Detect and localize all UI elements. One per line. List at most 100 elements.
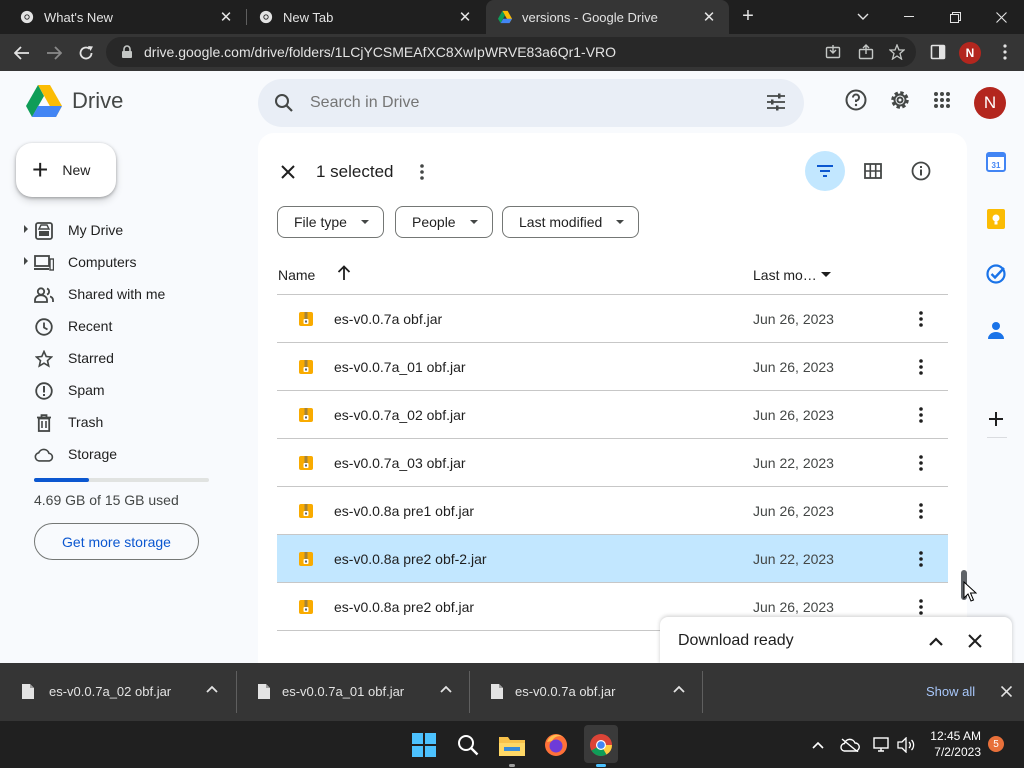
table-row[interactable]: es-v0.0.7a_01 obf.jar Jun 26, 2023	[277, 343, 948, 391]
list-view-icon[interactable]	[805, 151, 845, 191]
dropdown-arrow-icon	[616, 220, 625, 224]
grid-view-icon[interactable]	[853, 151, 893, 191]
drive-logo[interactable]: Drive	[26, 85, 123, 117]
new-tab-button[interactable]: +	[736, 4, 760, 30]
restore-icon[interactable]	[932, 0, 978, 34]
column-header-last-modified[interactable]: Last mo…	[753, 267, 817, 283]
sidebar-item-shared-with-me[interactable]: Shared with me	[0, 278, 240, 310]
sidebar-item-computers[interactable]: Computers	[0, 246, 240, 278]
row-more-actions-icon[interactable]	[911, 547, 931, 571]
bookmark-star-icon[interactable]	[884, 39, 910, 65]
row-more-actions-icon[interactable]	[911, 307, 931, 331]
row-more-actions-icon[interactable]	[911, 403, 931, 427]
contacts-icon[interactable]	[985, 319, 1007, 341]
chevron-up-icon[interactable]	[440, 685, 452, 693]
keep-notes-icon[interactable]	[985, 208, 1007, 230]
table-row[interactable]: es-v0.0.7a_02 obf.jar Jun 26, 2023	[277, 391, 948, 439]
row-more-actions-icon[interactable]	[911, 595, 931, 619]
table-row[interactable]: es-v0.0.8a pre1 obf.jar Jun 26, 2023	[277, 487, 948, 535]
download-item[interactable]: es-v0.0.7a_01 obf.jar	[236, 663, 469, 721]
side-panel-icon[interactable]	[925, 39, 951, 65]
tray-overflow-chevron-icon[interactable]	[808, 735, 828, 755]
install-app-icon[interactable]	[820, 39, 846, 65]
sidebar-item-spam[interactable]: Spam	[0, 374, 240, 406]
help-icon[interactable]	[844, 88, 868, 112]
search-input[interactable]	[310, 94, 730, 112]
trash-icon	[34, 413, 54, 433]
details-info-icon[interactable]	[901, 151, 941, 191]
tab-search-icon[interactable]	[840, 0, 886, 34]
taskbar-clock[interactable]: 12:45 AM 7/2/2023	[925, 728, 981, 760]
file-explorer-icon[interactable]	[498, 731, 526, 759]
get-more-storage-button[interactable]: Get more storage	[34, 523, 199, 560]
network-icon[interactable]	[872, 735, 892, 755]
chrome-icon[interactable]	[587, 731, 615, 759]
address-bar[interactable]: drive.google.com/drive/folders/1LCjYCSME…	[106, 37, 916, 67]
close-icon[interactable]	[963, 629, 987, 653]
sidebar-item-starred[interactable]: Starred	[0, 342, 240, 374]
search-bar[interactable]	[258, 79, 804, 127]
back-icon[interactable]	[8, 39, 36, 67]
chevron-up-icon[interactable]	[673, 685, 685, 693]
table-row[interactable]: es-v0.0.7a_03 obf.jar Jun 22, 2023	[277, 439, 948, 487]
notification-badge[interactable]: 5	[988, 736, 1004, 752]
row-more-actions-icon[interactable]	[911, 355, 931, 379]
row-more-actions-icon[interactable]	[911, 499, 931, 523]
minimize-icon[interactable]	[886, 0, 932, 34]
show-all-downloads-link[interactable]: Show all	[926, 684, 975, 699]
account-avatar[interactable]: N	[974, 87, 1006, 119]
tasks-icon[interactable]	[985, 263, 1007, 285]
download-item[interactable]: es-v0.0.7a obf.jar	[469, 663, 702, 721]
more-actions-icon[interactable]	[412, 160, 432, 184]
search-icon[interactable]	[454, 731, 482, 759]
expand-caret-icon[interactable]	[24, 225, 28, 233]
expand-caret-icon[interactable]	[24, 257, 28, 265]
search-icon[interactable]	[274, 93, 294, 113]
close-window-icon[interactable]	[978, 0, 1024, 34]
add-addon-plus-icon[interactable]	[985, 408, 1007, 430]
calendar-icon[interactable]: 31	[985, 151, 1007, 173]
download-item[interactable]: es-v0.0.7a_02 obf.jar	[0, 663, 236, 721]
expand-up-chevron-icon[interactable]	[924, 629, 948, 653]
clock-icon	[34, 317, 54, 337]
row-more-actions-icon[interactable]	[911, 451, 931, 475]
sidebar-item-recent[interactable]: Recent	[0, 310, 240, 342]
windows-start-icon[interactable]	[410, 731, 438, 759]
firefox-icon[interactable]	[542, 731, 570, 759]
column-header-name[interactable]: Name	[278, 267, 315, 283]
column-menu-caret-icon[interactable]	[821, 272, 831, 277]
new-button[interactable]: + New	[16, 143, 116, 197]
apps-grid-icon[interactable]	[930, 88, 954, 112]
close-tab-icon[interactable]: ✕	[453, 8, 477, 26]
table-row[interactable]: es-v0.0.7a obf.jar Jun 26, 2023	[277, 295, 948, 343]
reload-icon[interactable]	[72, 39, 100, 67]
onedrive-cloud-icon[interactable]	[840, 735, 860, 755]
sidebar-item-storage[interactable]: Storage	[0, 438, 240, 470]
sidebar-item-my-drive[interactable]: My Drive	[0, 214, 240, 246]
settings-gear-icon[interactable]	[888, 88, 912, 112]
share-icon[interactable]	[853, 39, 879, 65]
close-tab-icon[interactable]: ✕	[214, 8, 238, 26]
browser-tab-strip: What's New ✕ New Tab ✕ versions - Google…	[0, 0, 1024, 34]
close-download-shelf-icon[interactable]	[998, 683, 1014, 699]
chevron-up-icon[interactable]	[206, 685, 218, 693]
tab-whats-new[interactable]: What's New ✕	[0, 0, 246, 34]
filter-chip-file-type[interactable]: File type	[277, 206, 384, 238]
tab-new-tab[interactable]: New Tab ✕	[239, 0, 485, 34]
close-tab-icon[interactable]: ✕	[697, 8, 721, 26]
volume-icon[interactable]	[896, 735, 916, 755]
clear-selection-close-icon[interactable]	[276, 160, 300, 184]
table-row[interactable]: es-v0.0.8a pre2 obf-2.jar Jun 22, 2023	[277, 535, 948, 583]
sort-ascending-arrow-icon[interactable]	[337, 265, 351, 284]
browser-menu-icon[interactable]	[992, 39, 1018, 65]
file-name: es-v0.0.7a_01 obf.jar	[334, 359, 466, 375]
forward-icon[interactable]	[40, 39, 68, 67]
sidebar-nav: My Drive Computers Shared with me Recent…	[0, 214, 240, 470]
search-options-icon[interactable]	[766, 92, 786, 112]
filter-chip-people[interactable]: People	[395, 206, 493, 238]
sidebar-item-trash[interactable]: Trash	[0, 406, 240, 438]
tab-google-drive[interactable]: versions - Google Drive ✕	[486, 0, 729, 34]
browser-profile-avatar[interactable]: N	[959, 42, 981, 64]
download-file-name: es-v0.0.7a obf.jar	[515, 684, 616, 699]
filter-chip-last-modified[interactable]: Last modified	[502, 206, 640, 238]
